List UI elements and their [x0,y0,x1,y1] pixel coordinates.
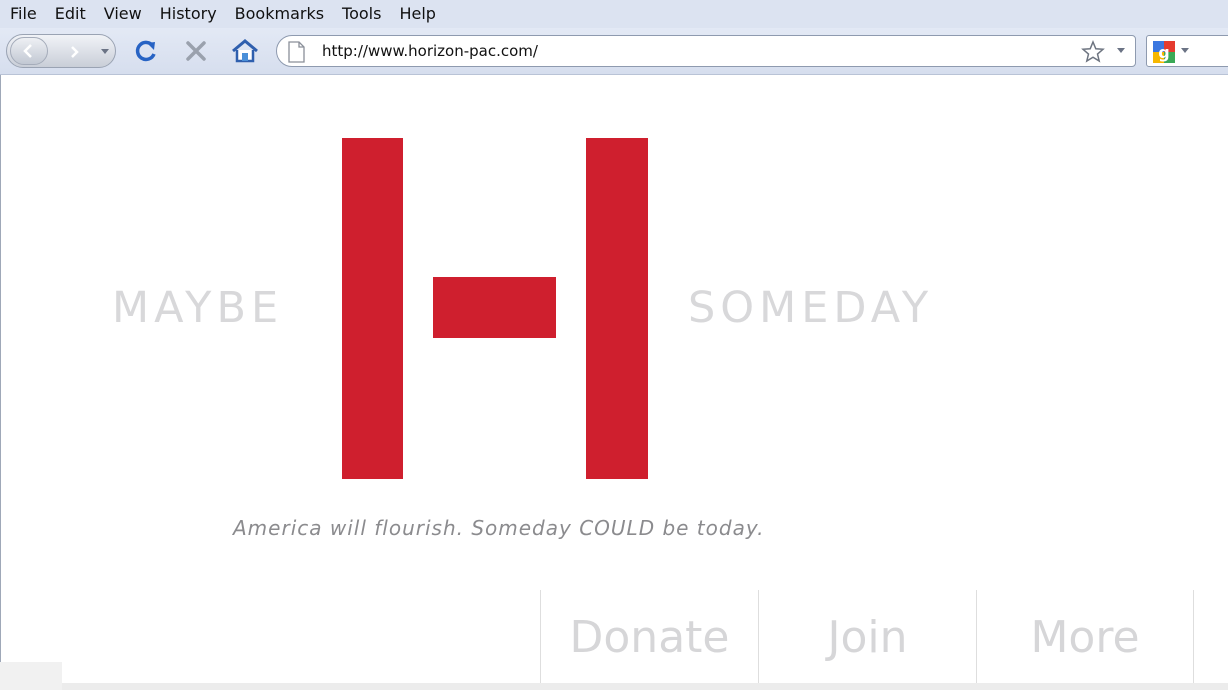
stop-icon [186,41,206,61]
hero-right-word: SOMEDAY [688,283,934,333]
star-icon[interactable] [1081,40,1105,64]
address-bar[interactable]: http://www.horizon-pac.com/ [276,35,1136,67]
search-engine-box[interactable]: g [1146,35,1228,67]
navigation-toolbar: http://www.horizon-pac.com/ g [0,28,1228,75]
reload-icon [135,40,156,62]
join-button[interactable]: Join [758,590,976,685]
menu-file[interactable]: File [10,0,37,28]
home-button[interactable] [230,36,260,66]
menu-tools[interactable]: Tools [342,0,381,28]
back-button[interactable] [10,37,48,65]
donate-button[interactable]: Donate [540,590,758,685]
menu-edit[interactable]: Edit [55,0,86,28]
horizontal-scrollbar[interactable] [62,683,1228,690]
logo-right-bar [586,138,648,479]
menu-help[interactable]: Help [399,0,435,28]
reload-button[interactable] [131,36,161,66]
chevron-down-icon [101,49,109,54]
tagline: America will flourish. Someday COULD be … [233,516,765,540]
back-icon [23,44,32,58]
page-icon [288,41,305,63]
menu-bookmarks[interactable]: Bookmarks [235,0,324,28]
stop-button[interactable] [181,36,211,66]
forward-icon [71,46,79,58]
back-forward-group [6,34,116,68]
chevron-down-icon[interactable] [1181,48,1189,54]
url-text: http://www.horizon-pac.com/ [322,42,538,60]
window-border [0,75,1,690]
more-button[interactable]: More [976,590,1194,685]
logo-center-bar [433,277,556,338]
chevron-down-icon[interactable] [1117,48,1125,54]
google-icon[interactable]: g [1153,41,1175,63]
menu-bar: File Edit View History Bookmarks Tools H… [0,0,1228,28]
svg-text:g: g [1158,43,1169,62]
hero-left-word: MAYBE [112,283,284,333]
forward-button[interactable] [59,41,89,63]
status-area [0,662,62,690]
menu-history[interactable]: History [160,0,217,28]
history-dropdown-button[interactable] [97,43,113,61]
home-icon [232,39,258,63]
menu-view[interactable]: View [104,0,142,28]
logo-left-bar [342,138,403,479]
